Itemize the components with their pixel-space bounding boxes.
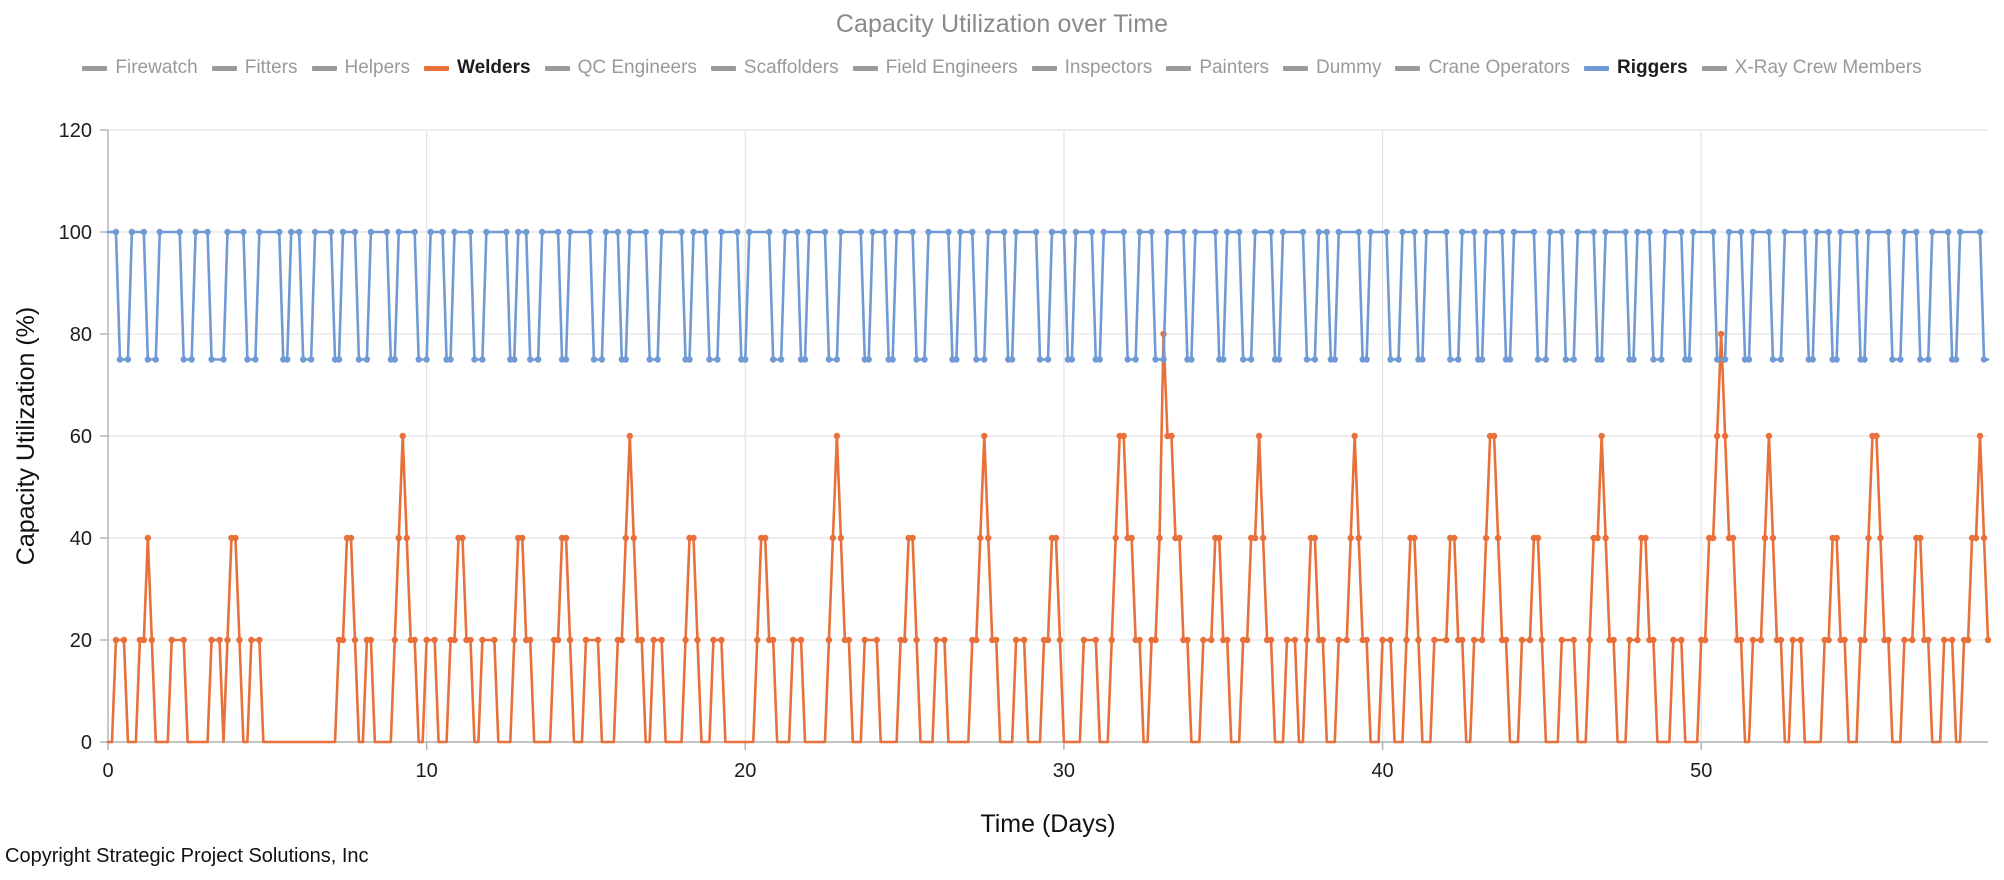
y-tick-label: 20 <box>70 630 92 652</box>
y-tick-label: 60 <box>70 426 92 448</box>
x-axis-title: Time (Days) <box>980 810 1115 838</box>
chart-page: Capacity Utilization over Time Firewatch… <box>0 0 2004 880</box>
plot-area: 0 20 40 60 80 100 120 0 10 20 30 40 50 Time (Days) Cap… <box>0 0 2004 880</box>
x-tick-label: 30 <box>1053 760 1075 782</box>
x-tick-label: 10 <box>416 760 438 782</box>
series-markers-welders <box>112 330 1992 644</box>
x-tick-label: 0 <box>102 760 113 782</box>
y-tick-label: 80 <box>70 324 92 346</box>
y-tick-label: 40 <box>70 528 92 550</box>
x-tick-label: 40 <box>1371 760 1393 782</box>
y-axis-title: Capacity Utilization (%) <box>12 307 40 565</box>
copyright-note: Copyright Strategic Project Solutions, I… <box>5 845 369 867</box>
y-tick-label: 0 <box>81 732 92 754</box>
y-tick-label: 100 <box>59 222 92 244</box>
series-line-riggers <box>106 230 1990 361</box>
x-tick-label: 50 <box>1690 760 1712 782</box>
gridlines <box>107 129 1988 743</box>
x-tick-label: 20 <box>734 760 756 782</box>
y-tick-label: 120 <box>59 120 92 142</box>
series-lines <box>106 228 1992 744</box>
chart-svg: 0 20 40 60 80 100 120 0 10 20 30 40 50 Time (Days) Cap… <box>12 120 1992 838</box>
